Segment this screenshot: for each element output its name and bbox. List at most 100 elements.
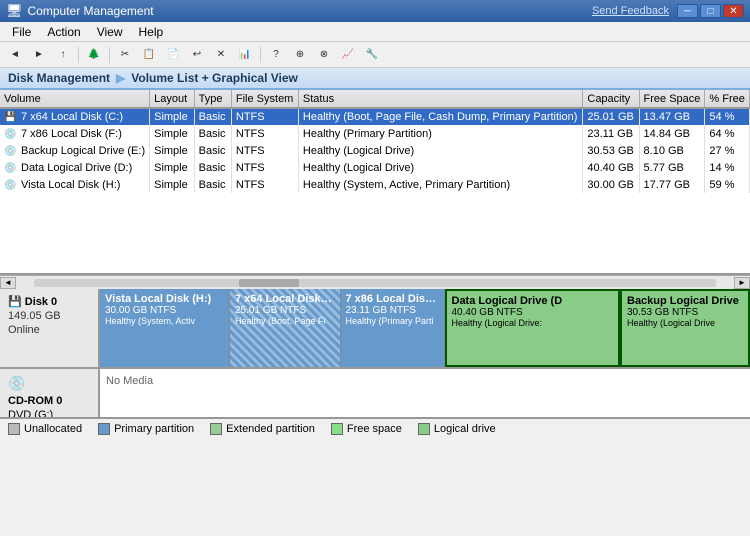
partition-status-vista: Healthy (System, Activ (105, 316, 224, 326)
table-row[interactable]: 💿Vista Local Disk (H:)SimpleBasicNTFSHea… (0, 176, 750, 193)
menu-file[interactable]: File (4, 24, 39, 40)
toolbar-help[interactable]: ? (265, 45, 287, 65)
toolbar-extra3[interactable]: 📈 (337, 45, 359, 65)
drive-icon: 💿 (4, 129, 18, 139)
scroll-right-arrow[interactable]: ► (734, 277, 750, 289)
scroll-left-arrow[interactable]: ◄ (0, 277, 16, 289)
cell-type: Basic (194, 159, 231, 176)
col-freespace[interactable]: Free Space (639, 90, 705, 108)
app-title: Computer Management (28, 4, 592, 18)
content-area: Volume Layout Type File System Status Ca… (0, 90, 750, 439)
disk-0-label: 💾 Disk 0 149.05 GB Online (0, 289, 100, 367)
cell-filesystem: NTFS (231, 108, 298, 125)
table-row[interactable]: 💿Backup Logical Drive (E:)SimpleBasicNTF… (0, 142, 750, 159)
drive-icon: 💿 (4, 163, 18, 173)
cell-capacity: 30.00 GB (583, 176, 639, 193)
disk-0-status: Online (8, 324, 90, 336)
toolbar-forward[interactable]: ► (28, 45, 50, 65)
cell-type: Basic (194, 142, 231, 159)
col-filesystem[interactable]: File System (231, 90, 298, 108)
toolbar-sep2 (109, 47, 110, 63)
cell-capacity: 25.01 GB (583, 108, 639, 125)
toolbar-extra1[interactable]: ⊕ (289, 45, 311, 65)
table-row[interactable]: 💿Data Logical Drive (D:)SimpleBasicNTFSH… (0, 159, 750, 176)
legend-free: Free space (331, 423, 402, 435)
col-type[interactable]: Type (194, 90, 231, 108)
cell-type: Basic (194, 176, 231, 193)
cell-percentfree: 59 % (705, 176, 750, 193)
cell-percentfree: 27 % (705, 142, 750, 159)
col-status[interactable]: Status (298, 90, 582, 108)
table-row[interactable]: 💾7 x64 Local Disk (C:)SimpleBasicNTFSHea… (0, 108, 750, 125)
toolbar-extra4[interactable]: 🔧 (361, 45, 383, 65)
drive-icon: 💾 (4, 112, 18, 122)
minimize-button[interactable]: ─ (677, 4, 698, 18)
restore-button[interactable]: □ (700, 4, 721, 18)
toolbar-back[interactable]: ◄ (4, 45, 26, 65)
partition-e_drive[interactable]: Backup Logical Drive30.53 GB NTFSHealthy… (620, 289, 750, 367)
cell-layout: Simple (150, 108, 195, 125)
drive-icon: 💿 (4, 146, 18, 156)
cell-filesystem: NTFS (231, 176, 298, 193)
cell-freespace: 13.47 GB (639, 108, 705, 125)
legend-logical-box (418, 423, 430, 435)
partition-d_drive[interactable]: Data Logical Drive (D40.40 GB NTFSHealth… (445, 289, 621, 367)
legend-primary: Primary partition (98, 423, 194, 435)
send-feedback-link[interactable]: Send Feedback (592, 5, 669, 17)
legend-free-label: Free space (347, 423, 402, 435)
toolbar-paste[interactable]: 📄 (162, 45, 184, 65)
partition-name-e_drive: Backup Logical Drive (627, 295, 743, 307)
horizontal-scrollbar[interactable]: ◄ ► (0, 275, 750, 289)
legend-extended-box (210, 423, 222, 435)
toolbar: ◄ ► ↑ 🌲 ✂ 📋 📄 ↩ ✕ 📊 ? ⊕ ⊗ 📈 🔧 (0, 42, 750, 68)
table-body: 💾7 x64 Local Disk (C:)SimpleBasicNTFSHea… (0, 108, 750, 193)
scroll-container: Volume Layout Type File System Status Ca… (0, 90, 750, 439)
close-button[interactable]: ✕ (723, 4, 744, 18)
partition-status-e_drive: Healthy (Logical Drive (627, 318, 743, 328)
volume-name: 7 x64 Local Disk (C:) (21, 111, 123, 123)
toolbar-extra2[interactable]: ⊗ (313, 45, 335, 65)
col-volume[interactable]: Volume (0, 90, 150, 108)
partition-vista[interactable]: Vista Local Disk (H:)30.00 GB NTFSHealth… (100, 289, 230, 367)
cell-percentfree: 14 % (705, 159, 750, 176)
cell-freespace: 17.77 GB (639, 176, 705, 193)
table-row[interactable]: 💿7 x86 Local Disk (F:)SimpleBasicNTFSHea… (0, 125, 750, 142)
legend-logical: Logical drive (418, 423, 496, 435)
cell-layout: Simple (150, 125, 195, 142)
toolbar-cut[interactable]: ✂ (114, 45, 136, 65)
partition-size-e_drive: 30.53 GB NTFS (627, 307, 743, 318)
partition-size-c_drive: 25.01 GB NTFS (235, 305, 335, 316)
col-capacity[interactable]: Capacity (583, 90, 639, 108)
section-header: Disk Management ▶ Volume List + Graphica… (0, 68, 750, 90)
toolbar-properties[interactable]: 📊 (234, 45, 256, 65)
cell-filesystem: NTFS (231, 125, 298, 142)
scroll-track[interactable] (34, 279, 716, 287)
cell-capacity: 30.53 GB (583, 142, 639, 159)
toolbar-undo[interactable]: ↩ (186, 45, 208, 65)
legend-primary-label: Primary partition (114, 423, 194, 435)
toolbar-copy[interactable]: 📋 (138, 45, 160, 65)
menu-view[interactable]: View (89, 24, 131, 40)
partition-name-vista: Vista Local Disk (H:) (105, 293, 224, 305)
disk-0-size: 149.05 GB (8, 310, 90, 322)
toolbar-show-hide-tree[interactable]: 🌲 (83, 45, 105, 65)
menu-action[interactable]: Action (39, 24, 88, 40)
col-layout[interactable]: Layout (150, 90, 195, 108)
col-percentfree[interactable]: % Free (705, 90, 750, 108)
toolbar-delete[interactable]: ✕ (210, 45, 232, 65)
cell-percentfree: 54 % (705, 108, 750, 125)
partition-f_drive[interactable]: 7 x86 Local Disk (F:)23.11 GB NTFSHealth… (341, 289, 445, 367)
menu-bar: File Action View Help (0, 22, 750, 42)
menu-help[interactable]: Help (131, 24, 172, 40)
section-sep: ▶ (116, 71, 125, 85)
table-header-row: Volume Layout Type File System Status Ca… (0, 90, 750, 108)
legend-logical-label: Logical drive (434, 423, 496, 435)
volume-name: Backup Logical Drive (E:) (21, 145, 145, 157)
volume-name: 7 x86 Local Disk (F:) (21, 128, 122, 140)
partition-c_drive[interactable]: 7 x64 Local Disk (C:)25.01 GB NTFSHealth… (230, 289, 341, 367)
disk-0-partitions: Vista Local Disk (H:)30.00 GB NTFSHealth… (100, 289, 750, 367)
cell-status: Healthy (System, Active, Primary Partiti… (298, 176, 582, 193)
partition-name-c_drive: 7 x64 Local Disk (C:) (235, 293, 335, 305)
toolbar-up[interactable]: ↑ (52, 45, 74, 65)
scroll-thumb[interactable] (239, 279, 299, 287)
